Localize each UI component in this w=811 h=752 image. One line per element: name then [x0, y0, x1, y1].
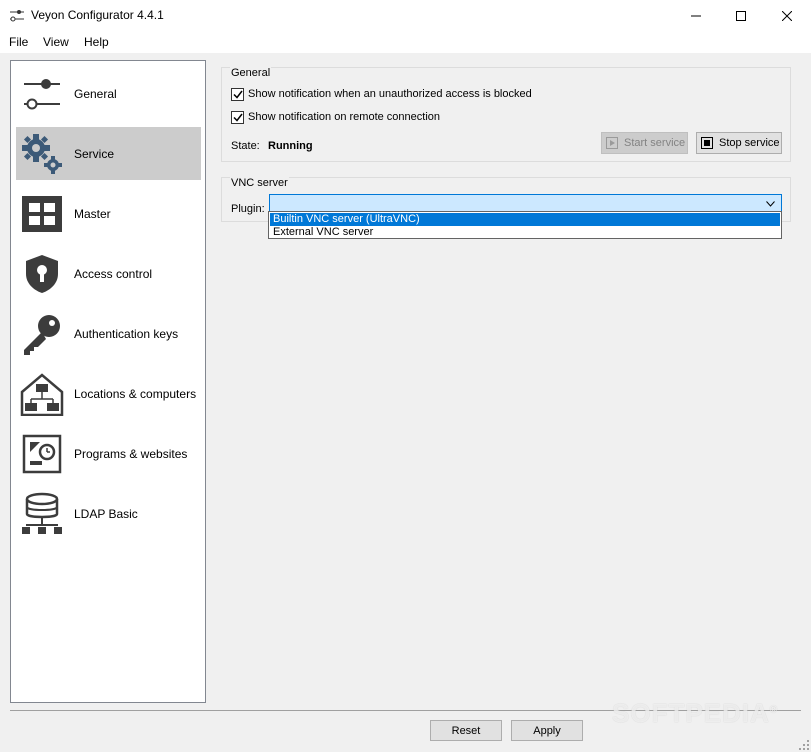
- sidebar-item-general[interactable]: General: [16, 67, 201, 120]
- minimize-icon: [691, 15, 701, 16]
- sidebar-item-access-control[interactable]: Access control: [16, 247, 201, 300]
- gears-icon: [22, 134, 62, 174]
- resize-grip-icon[interactable]: [799, 740, 809, 750]
- app-icon: [10, 10, 24, 22]
- apply-button[interactable]: Apply: [511, 720, 583, 741]
- checkbox-label: Show notification when an unauthorized a…: [248, 88, 532, 100]
- maximize-button[interactable]: [718, 0, 764, 31]
- watermark: SOFTPEDIA®: [612, 698, 779, 728]
- stop-service-button[interactable]: Stop service: [696, 132, 782, 154]
- general-group-title: General: [230, 67, 272, 79]
- close-button[interactable]: [764, 0, 810, 31]
- checkbox-box[interactable]: [231, 110, 244, 124]
- plugin-dropdown-list: Builtin VNC server (UltraVNC) External V…: [268, 211, 782, 239]
- reset-button[interactable]: Reset: [430, 720, 502, 741]
- general-group: General Show notification when an unauth…: [221, 67, 791, 162]
- plugin-label: Plugin:: [231, 203, 265, 215]
- house-network-icon: [20, 373, 64, 416]
- sidebar-item-label: Service: [74, 147, 115, 161]
- sidebar-item-ldap-basic[interactable]: LDAP Basic: [16, 487, 201, 540]
- sidebar-item-master[interactable]: Master: [16, 187, 201, 240]
- checkbox-label: Show notification on remote connection: [248, 111, 441, 123]
- checkbox-box[interactable]: [231, 87, 244, 101]
- sidebar-item-label: Locations & computers: [74, 387, 197, 401]
- stop-service-label: Stop service: [719, 137, 780, 149]
- sidebar-item-service[interactable]: Service: [16, 127, 201, 180]
- remote-connection-notification-checkbox[interactable]: Show notification on remote connection: [231, 109, 440, 125]
- sidebar-item-programs-websites[interactable]: Programs & websites: [16, 427, 201, 480]
- chevron-down-icon: [766, 201, 775, 207]
- key-icon: [24, 315, 60, 355]
- sidebar-item-authentication-keys[interactable]: Authentication keys: [16, 307, 201, 360]
- menu-view[interactable]: View: [43, 35, 69, 49]
- close-icon: [782, 10, 792, 21]
- maximize-icon: [736, 10, 746, 21]
- checkmark-icon: [232, 113, 243, 122]
- dropdown-option-external[interactable]: External VNC server: [270, 226, 780, 239]
- start-service-label: Start service: [624, 137, 686, 149]
- unauthorized-notification-checkbox[interactable]: Show notification when an unauthorized a…: [231, 86, 532, 102]
- sidebar-item-label: Access control: [74, 267, 153, 281]
- database-icon: [22, 492, 62, 534]
- state-value: Running: [268, 140, 313, 152]
- grid-icon: [22, 196, 62, 232]
- stop-icon: [701, 137, 713, 149]
- title-bar: Veyon Configurator 4.4.1: [0, 0, 811, 31]
- menu-help[interactable]: Help: [84, 35, 109, 49]
- minimize-button[interactable]: [673, 0, 719, 31]
- checkmark-icon: [232, 90, 243, 99]
- sidebar-item-locations-computers[interactable]: Locations & computers: [16, 367, 201, 420]
- menu-bar: File View Help: [0, 31, 811, 53]
- programs-icon: [22, 434, 62, 474]
- sidebar-item-label: Authentication keys: [74, 327, 179, 341]
- sidebar-item-label: Master: [74, 207, 111, 221]
- sidebar: General Service Master Access control Au…: [10, 60, 206, 703]
- window-title: Veyon Configurator 4.4.1: [31, 8, 164, 22]
- vnc-group-title: VNC server: [230, 177, 289, 189]
- play-icon: [606, 137, 618, 149]
- sidebar-item-label: Programs & websites: [74, 447, 188, 461]
- state-label: State:: [231, 140, 260, 152]
- sliders-icon: [24, 79, 60, 110]
- dropdown-option-builtin[interactable]: Builtin VNC server (UltraVNC): [270, 213, 780, 226]
- sidebar-item-label: LDAP Basic: [74, 507, 138, 521]
- start-service-button[interactable]: Start service: [601, 132, 688, 154]
- shield-keyhole-icon: [26, 255, 58, 293]
- sidebar-item-label: General: [74, 87, 117, 101]
- menu-file[interactable]: File: [9, 35, 28, 49]
